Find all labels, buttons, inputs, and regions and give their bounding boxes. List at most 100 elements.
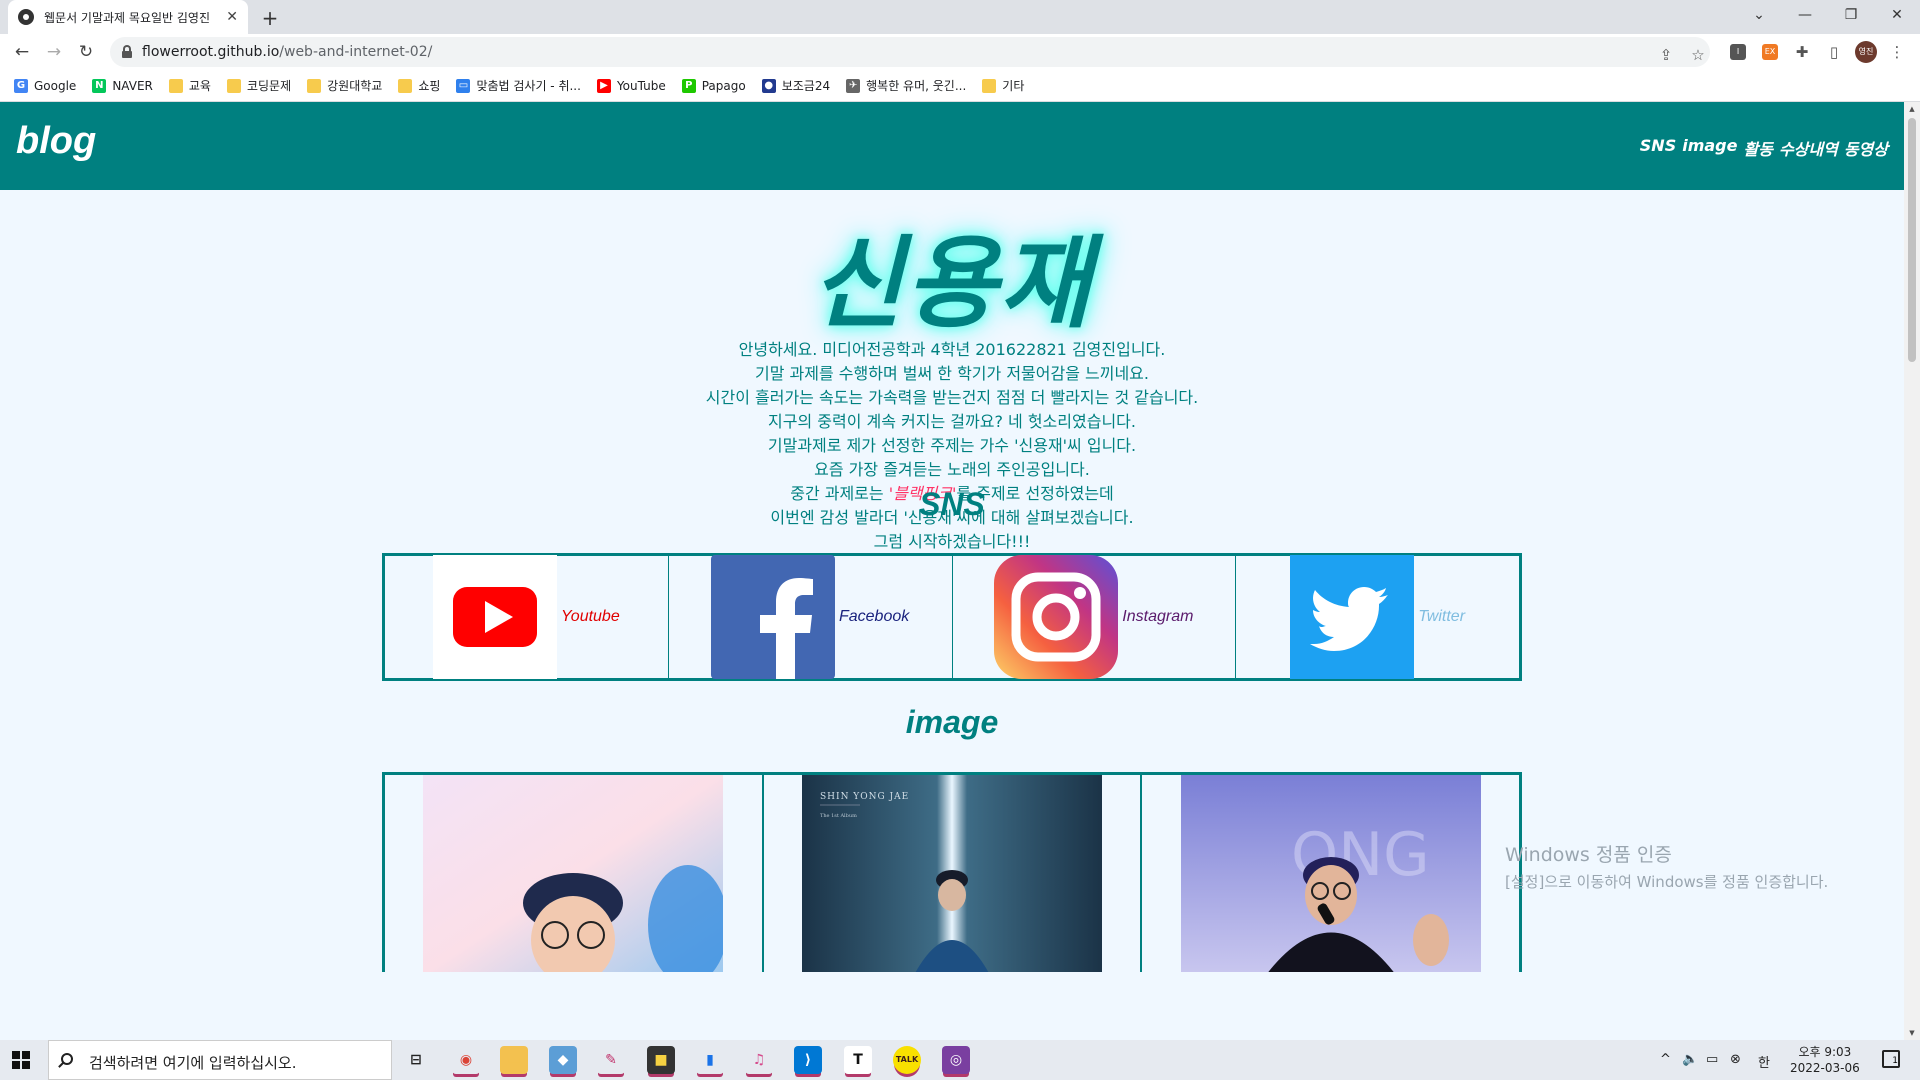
bookmark-item[interactable]: ▶ YouTube	[596, 78, 666, 93]
bookmark-item[interactable]: 강원대학교	[307, 77, 382, 94]
profile-avatar[interactable]: 영진	[1855, 41, 1877, 63]
bookmark-label: NAVER	[112, 78, 153, 93]
nav-link-sns[interactable]: SNS	[1640, 136, 1676, 160]
bookmark-item[interactable]: ✈ 행복한 유머, 웃긴...	[846, 77, 966, 94]
typora-icon[interactable]: T	[844, 1046, 872, 1074]
sticky-notes-icon[interactable]: ■	[647, 1046, 675, 1074]
address-bar[interactable]: flowerroot.github.io/web-and-internet-02…	[110, 37, 1710, 67]
bookmark-star-icon[interactable]: ☆	[1688, 45, 1708, 65]
itunes-icon[interactable]: ♫	[745, 1046, 773, 1074]
watermark-subtitle: [설정]으로 이동하여 Windows를 정품 인증합니다.	[1505, 873, 1829, 891]
browser-tab-active[interactable]: 웹문서 기말과제 목요일반 김영진 ✕	[8, 0, 248, 34]
sns-cell-youtube[interactable]: Youtube	[385, 555, 669, 679]
album-caption-title: SHIN YONG JAE	[820, 792, 909, 802]
extension-icon[interactable]: I	[1730, 44, 1746, 60]
bookmark-label: YouTube	[616, 78, 666, 93]
bookmark-item[interactable]: 교육	[168, 77, 211, 94]
youtube-link[interactable]: Youtube	[561, 608, 620, 626]
taskbar-search-box[interactable]: 검색하려면 여기에 입력하십시오.	[48, 1040, 392, 1080]
share-icon[interactable]: ⇪	[1656, 45, 1676, 65]
folder-icon	[398, 78, 413, 93]
bookmark-item[interactable]: 쇼핑	[398, 77, 440, 94]
browser-toolbar: ← → ↻ flowerroot.github.io/web-and-inter…	[0, 34, 1920, 70]
bookmark-item[interactable]: 기타	[982, 77, 1024, 94]
concert-photo[interactable]: ONG	[1180, 775, 1481, 972]
close-window-button[interactable]: ✕	[1882, 4, 1912, 26]
url-path: /web-and-internet-02/	[279, 44, 433, 60]
new-tab-button[interactable]: +	[258, 6, 282, 30]
bookmark-item[interactable]: ● 보조금24	[761, 77, 830, 94]
phone-icon[interactable]: ▮	[696, 1046, 724, 1074]
bookmark-item[interactable]: 코딩문제	[226, 77, 291, 94]
restore-button[interactable]: ❐	[1836, 4, 1866, 26]
notification-center-icon[interactable]: 1	[1882, 1050, 1900, 1068]
sns-cell-instagram[interactable]: Instagram	[953, 555, 1237, 679]
sns-cell-facebook[interactable]: Facebook	[669, 555, 953, 679]
intro-line: 지구의 중력이 계속 커지는 걸까요? 네 헛소리였습니다.	[768, 412, 1136, 431]
kakaotalk-icon[interactable]: TALK	[893, 1046, 921, 1074]
twitter-link[interactable]: Twitter	[1418, 608, 1465, 626]
blog-brand-link[interactable]: blog	[16, 120, 96, 163]
paint-icon[interactable]: ✎	[597, 1046, 625, 1074]
nav-link-activity[interactable]: 활동	[1743, 136, 1772, 160]
network-icon[interactable]: ▭	[1706, 1052, 1718, 1067]
intro-line: 요즘 가장 즐겨듣는 노래의 주인공입니다.	[814, 460, 1090, 479]
bookmark-label: 맞춤법 검사기 - 취...	[476, 79, 581, 93]
back-button[interactable]: ←	[10, 40, 34, 64]
naver-icon: N	[92, 78, 107, 93]
intro-line: 시간이 흘러가는 속도는 가속력을 받는건지 점점 더 빨라지는 것 같습니다.	[705, 388, 1199, 407]
taskbar-clock[interactable]: 오후 9:03 2022-03-06	[1790, 1044, 1860, 1076]
tab-close-icon[interactable]: ✕	[226, 9, 238, 25]
bookmark-label: Google	[34, 78, 77, 93]
tab-search-chevron-icon[interactable]: ⌄	[1744, 4, 1774, 26]
nav-link-image[interactable]: image	[1682, 136, 1737, 160]
artist-photo-pastel[interactable]	[423, 775, 724, 972]
youtube-icon[interactable]	[433, 555, 557, 679]
twitter-icon[interactable]	[1290, 555, 1415, 679]
humor-icon: ✈	[846, 78, 861, 93]
sns-cell-twitter[interactable]: Twitter	[1236, 555, 1519, 679]
nav-link-video[interactable]: 동영상	[1844, 136, 1888, 160]
instagram-link[interactable]: Instagram	[1122, 608, 1193, 626]
papago-icon: P	[681, 78, 696, 93]
windows-taskbar: 검색하려면 여기에 입력하십시오. ⊟ ◉ ▬ ◆ ✎ ■ ▮ ♫ ⟩ T TALK ◎ ^ 🔈 ▭ …	[0, 1040, 1920, 1080]
extension-ex-icon[interactable]: EX	[1762, 44, 1778, 60]
scroll-down-arrow-icon[interactable]: ▼	[1904, 1026, 1920, 1040]
image-section-title: image	[905, 704, 999, 740]
bookmark-item[interactable]: G Google	[14, 78, 77, 93]
facebook-icon[interactable]	[710, 555, 835, 679]
facebook-link[interactable]: Facebook	[839, 608, 909, 626]
minimize-button[interactable]: —	[1790, 4, 1820, 26]
speller-icon: ▭	[456, 78, 471, 93]
lock-icon[interactable]	[122, 45, 132, 58]
intro-line: 기말 과제를 수행하며 벌써 한 학기가 저물어감을 느끼네요.	[755, 364, 1149, 383]
file-explorer-icon[interactable]: ▬	[500, 1046, 528, 1074]
bookmark-item[interactable]: ▭ 맞춤법 검사기 - 취...	[456, 77, 581, 94]
extensions-puzzle-icon[interactable]: ✚	[1792, 42, 1812, 62]
tray-overflow-caret-icon[interactable]: ^	[1660, 1052, 1671, 1067]
url-text[interactable]: flowerroot.github.io/web-and-internet-02…	[142, 44, 432, 60]
volume-icon[interactable]: 🔈	[1682, 1052, 1698, 1067]
bookmark-item[interactable]: N NAVER	[92, 78, 153, 93]
main-nav: SNS image 활동 수상내역 동영상	[1640, 136, 1888, 160]
task-view-icon[interactable]: ⊟	[402, 1046, 430, 1074]
bookmark-item[interactable]: P Papago	[681, 78, 746, 93]
chrome-menu-icon[interactable]: ⋮	[1887, 42, 1907, 62]
instagram-icon[interactable]	[994, 555, 1119, 679]
forward-button[interactable]: →	[42, 40, 66, 64]
page-scrollbar[interactable]: ▲ ▼	[1904, 102, 1920, 1040]
reload-button[interactable]: ↻	[74, 40, 98, 64]
chrome-icon[interactable]: ◉	[452, 1046, 480, 1074]
album-cover-photo[interactable]: SHIN YONG JAE The 1st Album	[802, 775, 1102, 972]
status-icon[interactable]: ⊗	[1730, 1052, 1741, 1067]
nav-link-awards[interactable]: 수상내역	[1779, 136, 1838, 160]
scrollbar-thumb[interactable]	[1908, 118, 1916, 362]
app-tile-icon[interactable]: ◆	[549, 1046, 577, 1074]
github-desktop-icon[interactable]: ◎	[942, 1046, 970, 1074]
side-panel-icon[interactable]: ▯	[1824, 42, 1844, 62]
ime-hangul-indicator[interactable]: 한	[1758, 1052, 1770, 1071]
vscode-icon[interactable]: ⟩	[794, 1046, 822, 1074]
start-windows-icon[interactable]	[12, 1051, 30, 1069]
page-viewport: blog SNS image 활동 수상내역 동영상 신용재 안녕하세요. 미디…	[0, 102, 1904, 1040]
scroll-up-arrow-icon[interactable]: ▲	[1904, 102, 1920, 116]
